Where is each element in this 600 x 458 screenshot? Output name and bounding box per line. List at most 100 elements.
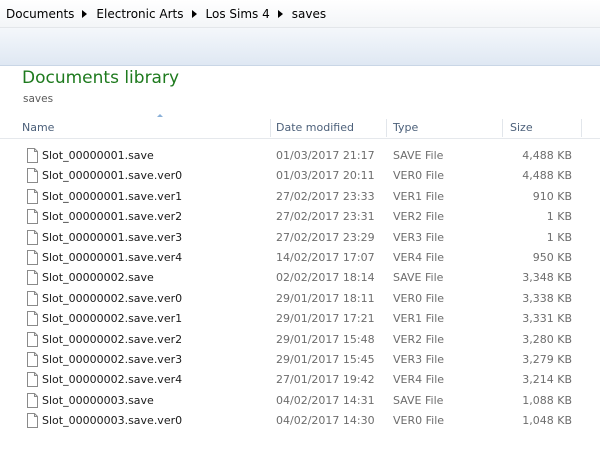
- file-row[interactable]: Slot_00000001.save.ver4 14/02/2017 17:07…: [0, 248, 600, 268]
- file-date: 29/01/2017 15:45: [276, 352, 375, 366]
- file-row[interactable]: Slot_00000001.save.ver3 27/02/2017 23:29…: [0, 228, 600, 248]
- file-date: 27/02/2017 23:29: [276, 230, 375, 244]
- file-name: Slot_00000002.save: [42, 271, 154, 285]
- breadcrumb-los-sims-4[interactable]: Los Sims 4: [206, 7, 270, 21]
- file-size: 4,488 KB: [522, 149, 572, 162]
- file-size: 3,348 KB: [522, 271, 572, 285]
- file-date: 14/02/2017 17:07: [276, 250, 375, 264]
- file-date: 27/02/2017 23:33: [276, 189, 375, 203]
- file-icon: [27, 249, 38, 265]
- column-header-date-label: Date modified: [276, 121, 354, 134]
- file-icon: [27, 290, 38, 306]
- column-header-type[interactable]: Type: [389, 117, 501, 139]
- file-date: 01/03/2017 21:17: [276, 149, 375, 162]
- column-divider[interactable]: [386, 119, 387, 137]
- breadcrumb-arrow-icon[interactable]: [82, 9, 88, 18]
- column-header-type-label: Type: [393, 121, 419, 134]
- file-type: VER3 File: [393, 230, 445, 244]
- file-size: 3,279 KB: [522, 352, 572, 366]
- file-size: 950 KB: [532, 250, 572, 264]
- breadcrumb-documents[interactable]: Documents: [6, 7, 74, 21]
- file-row[interactable]: Slot_00000002.save.ver2 29/01/2017 15:48…: [0, 330, 600, 350]
- breadcrumb-saves[interactable]: saves: [292, 7, 326, 21]
- breadcrumb: Documents Electronic Arts Los Sims 4 sav…: [0, 0, 600, 28]
- file-row[interactable]: Slot_00000001.save.ver2 27/02/2017 23:31…: [0, 207, 600, 227]
- column-header-size[interactable]: Size: [506, 117, 581, 139]
- file-name: Slot_00000001.save.ver2: [42, 210, 183, 224]
- file-name: Slot_00000003.save.ver0: [42, 414, 183, 428]
- file-row[interactable]: Slot_00000001.save 01/03/2017 21:17 SAVE…: [0, 146, 600, 166]
- file-type: VER0 File: [393, 169, 445, 183]
- file-type: VER0 File: [393, 291, 445, 305]
- file-size: 3,214 KB: [522, 373, 572, 387]
- file-icon: [27, 331, 38, 347]
- column-header-name[interactable]: Name: [18, 114, 270, 139]
- file-row[interactable]: Slot_00000002.save.ver4 27/01/2017 19:42…: [0, 370, 600, 390]
- file-type: VER2 File: [393, 332, 445, 346]
- file-name: Slot_00000003.save: [42, 393, 154, 407]
- file-icon: [27, 372, 38, 388]
- file-name: Slot_00000002.save.ver3: [42, 352, 183, 366]
- file-size: 1,088 KB: [522, 393, 572, 407]
- file-type: VER2 File: [393, 210, 445, 224]
- file-list: Slot_00000001.save 01/03/2017 21:17 SAVE…: [0, 146, 600, 431]
- file-name: Slot_00000002.save.ver1: [42, 312, 183, 326]
- file-type: VER1 File: [393, 312, 445, 326]
- file-icon: [27, 148, 38, 163]
- breadcrumb-arrow-icon[interactable]: [277, 9, 283, 18]
- file-date: 04/02/2017 14:31: [276, 393, 375, 407]
- file-type: SAVE File: [393, 149, 444, 162]
- breadcrumb-electronic-arts[interactable]: Electronic Arts: [96, 7, 183, 21]
- file-icon: [27, 188, 38, 204]
- file-icon: [27, 311, 38, 327]
- file-date: 02/02/2017 18:14: [276, 271, 375, 285]
- column-divider[interactable]: [502, 119, 503, 137]
- breadcrumb-arrow-icon[interactable]: [191, 9, 197, 18]
- file-date: 29/01/2017 18:11: [276, 291, 375, 305]
- file-date: 27/02/2017 23:31: [276, 210, 375, 224]
- file-row[interactable]: Slot_00000001.save.ver0 01/03/2017 20:11…: [0, 166, 600, 186]
- file-size: 1 KB: [546, 230, 572, 244]
- file-name: Slot_00000001.save.ver1: [42, 189, 183, 203]
- file-name: Slot_00000001.save: [42, 149, 154, 162]
- library-header: Documents library saves: [0, 66, 600, 118]
- file-row[interactable]: Slot_00000002.save.ver1 29/01/2017 17:21…: [0, 309, 600, 329]
- file-type: VER4 File: [393, 373, 445, 387]
- file-icon: [27, 392, 38, 408]
- file-row[interactable]: Slot_00000002.save.ver0 29/01/2017 18:11…: [0, 289, 600, 309]
- file-size: 3,331 KB: [522, 312, 572, 326]
- file-row[interactable]: Slot_00000002.save 02/02/2017 18:14 SAVE…: [0, 268, 600, 288]
- file-row[interactable]: Slot_00000003.save.ver0 04/02/2017 14:30…: [0, 411, 600, 431]
- column-divider[interactable]: [581, 119, 582, 137]
- library-subtitle: saves: [23, 93, 54, 105]
- file-type: VER3 File: [393, 352, 445, 366]
- file-name: Slot_00000001.save.ver3: [42, 230, 183, 244]
- file-date: 29/01/2017 15:48: [276, 332, 375, 346]
- column-header-row: Name Date modified Type Size: [0, 114, 600, 139]
- file-type: SAVE File: [393, 271, 444, 285]
- file-size: 3,338 KB: [522, 291, 572, 305]
- column-header-name-label: Name: [22, 121, 55, 134]
- file-name: Slot_00000002.save.ver2: [42, 332, 183, 346]
- file-type: VER1 File: [393, 189, 445, 203]
- file-name: Slot_00000001.save.ver0: [42, 169, 183, 183]
- file-size: 3,280 KB: [522, 332, 572, 346]
- file-row[interactable]: Slot_00000001.save.ver1 27/02/2017 23:33…: [0, 187, 600, 207]
- toolbar: [0, 28, 600, 66]
- file-date: 29/01/2017 17:21: [276, 312, 375, 326]
- file-type: VER0 File: [393, 414, 445, 428]
- file-size: 1 KB: [546, 210, 572, 224]
- column-divider[interactable]: [270, 119, 271, 137]
- sort-ascending-icon: [157, 114, 163, 117]
- file-icon: [27, 229, 38, 245]
- file-row[interactable]: Slot_00000003.save 04/02/2017 14:31 SAVE…: [0, 391, 600, 411]
- file-size: 4,488 KB: [522, 169, 572, 183]
- column-header-date[interactable]: Date modified: [272, 117, 386, 139]
- file-type: VER4 File: [393, 250, 445, 264]
- file-icon: [27, 413, 38, 429]
- file-size: 910 KB: [532, 189, 572, 203]
- file-row[interactable]: Slot_00000002.save.ver3 29/01/2017 15:45…: [0, 350, 600, 370]
- file-name: Slot_00000002.save.ver4: [42, 373, 183, 387]
- file-name: Slot_00000002.save.ver0: [42, 291, 183, 305]
- file-icon: [27, 351, 38, 367]
